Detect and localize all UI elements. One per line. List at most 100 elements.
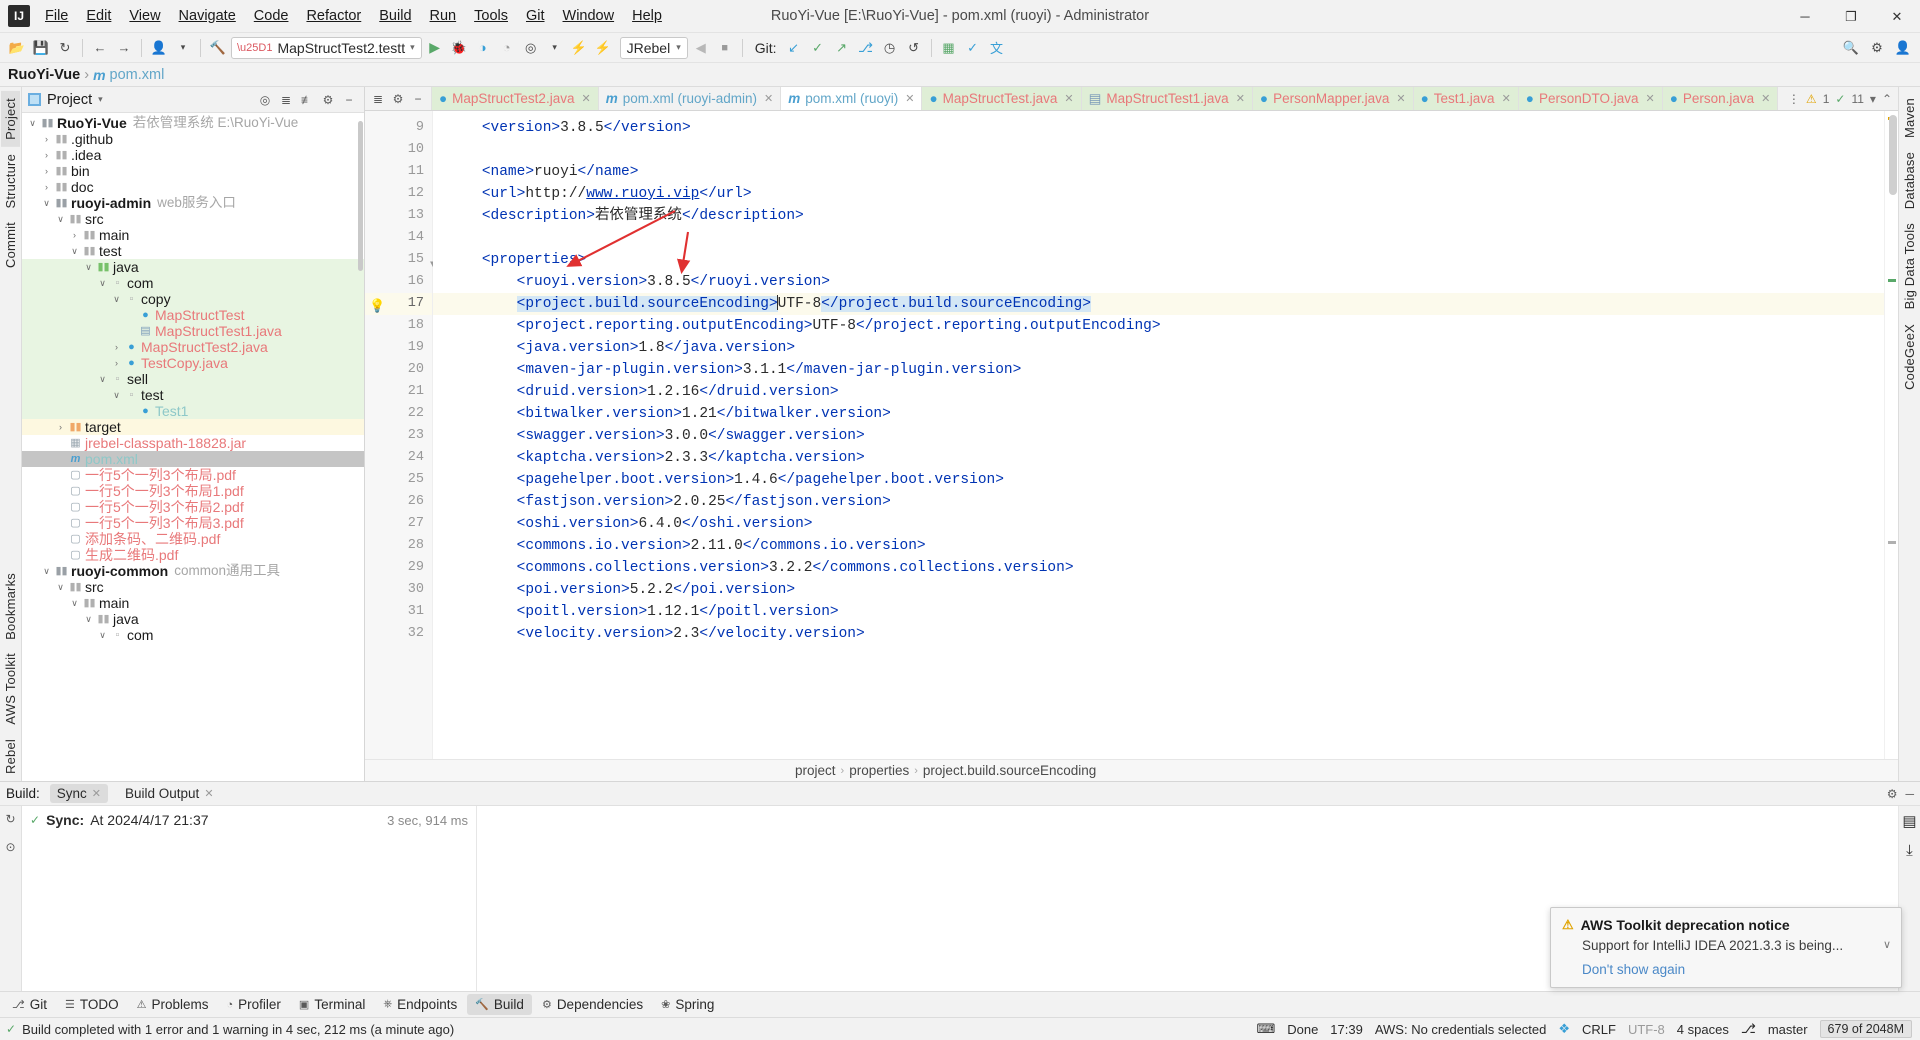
tree-item-copy[interactable]: ∨ ▫ copy: [22, 291, 364, 307]
status-encoding[interactable]: UTF-8: [1628, 1022, 1665, 1037]
bottom-tab-problems[interactable]: ⚠ Problems: [129, 994, 217, 1015]
gutter-line-16[interactable]: 16: [365, 271, 432, 293]
git-update-icon[interactable]: ↙: [783, 37, 805, 59]
tab-close-icon[interactable]: ✕: [1396, 92, 1405, 105]
bottom-tab-spring[interactable]: ❀ Spring: [653, 994, 722, 1015]
code-line-23[interactable]: <swagger.version>3.0.0</swagger.version>: [433, 425, 1884, 447]
rail-tab-codegeex[interactable]: CodeGeeX: [1900, 317, 1919, 397]
breadcrumb-project[interactable]: RuoYi-Vue: [8, 67, 80, 83]
tree-item--pdf[interactable]: ▢ 生成二维码.pdf: [22, 547, 364, 563]
build-sync-tree[interactable]: ✓ Sync: At 2024/4/17 21:37 3 sec, 914 ms: [22, 806, 477, 991]
editor-hide-icon[interactable]: −: [409, 90, 427, 108]
editor-error-stripe[interactable]: [1884, 111, 1898, 759]
editor-tab-test1-java[interactable]: ● Test1.java ✕: [1413, 87, 1519, 110]
tree-item--5-3-pdf[interactable]: ▢ 一行5个一列3个布局.pdf: [22, 467, 364, 483]
menu-file[interactable]: File: [36, 3, 77, 29]
gutter-line-21[interactable]: 21: [365, 381, 432, 403]
settings-gear-icon[interactable]: ⚙: [1866, 37, 1888, 59]
rail-tab-structure[interactable]: Structure: [1, 147, 20, 216]
tree-expand-arrow-icon[interactable]: ›: [40, 179, 53, 195]
git-history-icon[interactable]: ◷: [879, 37, 901, 59]
chart-icon[interactable]: ▦: [938, 37, 960, 59]
jrebel-run-icon[interactable]: ⚡: [568, 37, 590, 59]
gutter-line-20[interactable]: 20: [365, 359, 432, 381]
tree-expand-arrow-icon[interactable]: ∨: [96, 371, 109, 387]
rail-tab-database[interactable]: Database: [1900, 145, 1919, 216]
status-tools-icon[interactable]: ⌨: [1256, 1021, 1275, 1037]
tree-item--5-3-3-pdf[interactable]: ▢ 一行5个一列3个布局3.pdf: [22, 515, 364, 531]
menu-help[interactable]: Help: [623, 3, 671, 29]
gutter-line-28[interactable]: 28: [365, 535, 432, 557]
editor-code-area[interactable]: <version>3.8.5</version> <name>ruoyi</na…: [433, 111, 1884, 759]
tab-close-icon[interactable]: ✕: [1236, 92, 1245, 105]
code-line-10[interactable]: [433, 139, 1884, 161]
gutter-line-10[interactable]: 10: [365, 139, 432, 161]
attach-process-icon[interactable]: ◎: [520, 37, 542, 59]
editor-tab-mapstructtest1-java[interactable]: ▤ MapStructTest1.java ✕: [1081, 87, 1253, 110]
tree-expand-arrow-icon[interactable]: ∨: [40, 195, 53, 211]
breadcrumb-file[interactable]: pom.xml: [110, 67, 165, 83]
gutter-line-11[interactable]: 11: [365, 161, 432, 183]
editor-gutter[interactable]: 91011121314▼1516💡17181920212223242526272…: [365, 111, 436, 759]
run-icon[interactable]: ▶: [424, 37, 446, 59]
code-line-26[interactable]: <fastjson.version>2.0.25</fastjson.versi…: [433, 491, 1884, 513]
bottom-tab-build[interactable]: 🔨 Build: [467, 994, 532, 1015]
gutter-line-27[interactable]: 27: [365, 513, 432, 535]
tree-item-testcopy-java[interactable]: › ● TestCopy.java: [22, 355, 364, 371]
tree-item-doc[interactable]: › ▮▮ doc: [22, 179, 364, 195]
rail-tab-maven[interactable]: Maven: [1900, 91, 1919, 145]
minimize-button[interactable]: ─: [1782, 0, 1828, 33]
gutter-line-24[interactable]: 24: [365, 447, 432, 469]
code-line-32[interactable]: <velocity.version>2.3</velocity.version>: [433, 623, 1884, 645]
gutter-line-31[interactable]: 31: [365, 601, 432, 623]
code-line-11[interactable]: <name>ruoyi</name>: [433, 161, 1884, 183]
bottom-tab-dependencies[interactable]: ⚙ Dependencies: [534, 994, 651, 1015]
project-tree-scrollbar[interactable]: [358, 121, 363, 271]
editor-breadcrumb-properties[interactable]: properties: [849, 763, 909, 778]
menu-git[interactable]: Git: [517, 3, 554, 29]
code-line-16[interactable]: <ruoyi.version>3.8.5</ruoyi.version>: [433, 271, 1884, 293]
tree-item-bin[interactable]: › ▮▮ bin: [22, 163, 364, 179]
gutter-line-13[interactable]: 13: [365, 205, 432, 227]
rail-tab-commit[interactable]: Commit: [1, 215, 20, 275]
jrebel-selector[interactable]: JRebel ▾: [619, 36, 688, 59]
code-line-21[interactable]: <druid.version>1.2.16</druid.version>: [433, 381, 1884, 403]
code-line-29[interactable]: <commons.collections.version>3.2.2</comm…: [433, 557, 1884, 579]
editor-collapse-icon[interactable]: ≣: [369, 90, 387, 108]
editor-tab-mapstructtest-java[interactable]: ● MapStructTest.java ✕: [922, 87, 1082, 110]
bottom-tab-profiler[interactable]: ◔ Profiler: [219, 994, 289, 1015]
translate-icon[interactable]: 文: [986, 37, 1008, 59]
save-all-icon[interactable]: 💾: [30, 37, 52, 59]
maximize-button[interactable]: ❐: [1828, 0, 1874, 33]
tree-item-test[interactable]: ∨ ▫ test: [22, 387, 364, 403]
code-line-14[interactable]: [433, 227, 1884, 249]
run-with-coverage-icon[interactable]: ◑: [472, 37, 494, 59]
gutter-line-18[interactable]: 18: [365, 315, 432, 337]
editor-collapse-chevron-icon[interactable]: ⌃: [1882, 92, 1892, 106]
tree-item-pom-xml[interactable]: m pom.xml: [22, 451, 364, 467]
collapse-all-icon[interactable]: ≢: [298, 91, 316, 109]
tree-item-jrebel-classpath-18828-jar[interactable]: ▦ jrebel-classpath-18828.jar: [22, 435, 364, 451]
build-settings-gear-icon[interactable]: ⚙: [1887, 787, 1898, 801]
jrebel-debug-icon[interactable]: ⚡: [592, 37, 614, 59]
aws-toolkit-notification[interactable]: ⚠ AWS Toolkit deprecation notice Support…: [1550, 907, 1902, 988]
menu-refactor[interactable]: Refactor: [297, 3, 370, 29]
git-push-icon[interactable]: ↗: [831, 37, 853, 59]
tree-item--pdf[interactable]: ▢ 添加条码、二维码.pdf: [22, 531, 364, 547]
build-hammer-icon[interactable]: 🔨: [207, 37, 229, 59]
notification-dont-show-again-link[interactable]: Don't show again: [1582, 962, 1890, 977]
editor-tab-personmapper-java[interactable]: ● PersonMapper.java ✕: [1252, 87, 1414, 110]
status-memory-indicator[interactable]: 679 of 2048M: [1819, 1020, 1912, 1038]
code-line-22[interactable]: <bitwalker.version>1.21</bitwalker.versi…: [433, 403, 1884, 425]
editor-more-tabs-icon[interactable]: ⋮: [1788, 92, 1800, 106]
tree-expand-arrow-icon[interactable]: ∨: [110, 387, 123, 403]
gutter-line-12[interactable]: 12: [365, 183, 432, 205]
git-branch-icon[interactable]: ⎇: [855, 37, 877, 59]
check-circle-icon[interactable]: ✓: [962, 37, 984, 59]
code-line-31[interactable]: <poitl.version>1.12.1</poitl.version>: [433, 601, 1884, 623]
gutter-line-26[interactable]: 26: [365, 491, 432, 513]
run-configuration-selector[interactable]: \u25D1 MapStructTest2.testt ▾: [231, 36, 422, 59]
code-line-30[interactable]: <poi.version>5.2.2</poi.version>: [433, 579, 1884, 601]
tree-expand-arrow-icon[interactable]: ∨: [82, 259, 95, 275]
bottom-tab-git[interactable]: ⎇ Git: [4, 994, 55, 1015]
